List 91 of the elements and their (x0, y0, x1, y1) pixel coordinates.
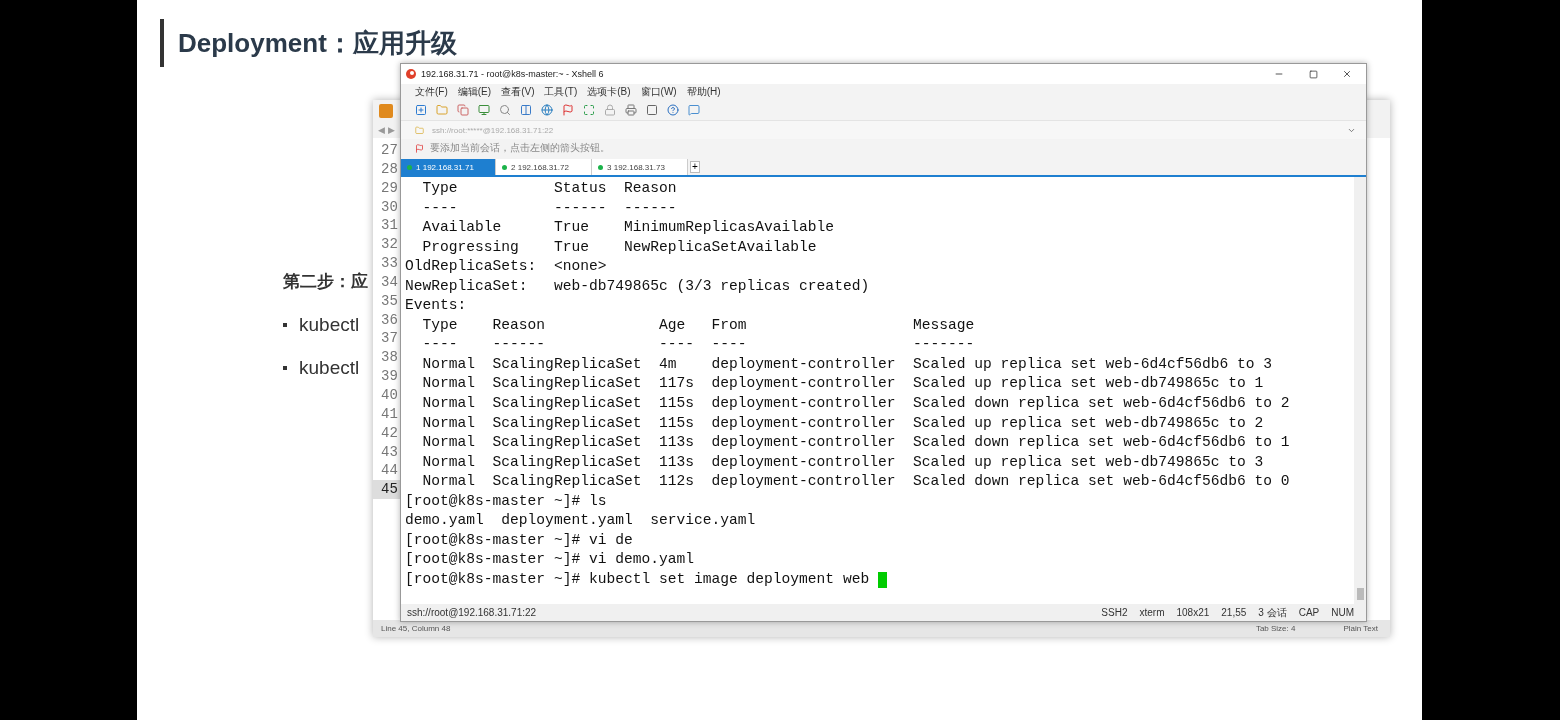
tab-size[interactable]: Tab Size: 4 (1255, 624, 1296, 633)
terminal-line: Normal ScalingReplicaSet 117s deployment-controller Scaled up replica set web-db749865c to 1 (421, 374, 1265, 394)
terminal-line: [root@k8s-master ~]# kubectl set image deployment web (405, 569, 1354, 590)
globe-icon[interactable] (541, 104, 553, 116)
status-item: CAP (1298, 607, 1320, 618)
line-number: 43 (380, 442, 399, 462)
bullet-text: kubectl (299, 357, 360, 379)
line-number: 41 (380, 404, 399, 424)
terminal-line: Normal ScalingReplicaSet 115s deployment-controller Scaled down replica set web-6d4cf56db6 to 2 (421, 394, 1291, 413)
session-tab[interactable]: 3 192.168.31.73 (592, 159, 688, 175)
terminal-line: [root@k8s-master ~]# ls (405, 491, 608, 511)
fullscreen-icon[interactable] (583, 104, 595, 116)
help-icon[interactable] (667, 104, 679, 116)
line-number: 35 (380, 291, 399, 311)
line-number: 27 (380, 141, 399, 160)
status-item: 108x21 (1176, 607, 1210, 618)
hint-text: 要添加当前会话，点击左侧的箭头按钮。 (430, 141, 610, 155)
line-number: 36 (380, 310, 399, 330)
line-number: 40 (380, 385, 399, 405)
terminal-line: ---- ------ ---- ---- ------- (421, 335, 976, 355)
terminal-line: demo.yaml deployment.yaml service.yaml (405, 511, 757, 531)
line-number: 32 (380, 235, 399, 255)
line-number: 34 (380, 272, 399, 292)
columns-icon[interactable] (520, 104, 532, 116)
folder-icon[interactable] (436, 104, 448, 116)
status-address: ssh://root@192.168.31.71:22 (407, 607, 537, 618)
line-number: 38 (380, 348, 399, 368)
line-number: 45 (373, 480, 400, 500)
session-tab[interactable]: 1 192.168.31.71 (401, 159, 496, 175)
line-number: 44 (380, 461, 399, 481)
window-title: 192.168.31.71 - root@k8s-master:~ - Xshell 6 (421, 69, 604, 79)
chat-icon[interactable] (688, 104, 700, 116)
scrollbar-thumb[interactable] (1356, 588, 1364, 600)
line-number: 29 (380, 178, 399, 198)
monitor-icon[interactable] (478, 104, 490, 116)
terminal-line: [root@k8s-master ~]# vi de (405, 530, 634, 550)
session-tab[interactable]: 2 192.168.31.72 (496, 159, 592, 175)
line-number: 42 (380, 423, 399, 443)
status-item: 21,55 (1221, 607, 1247, 618)
flag-icon[interactable] (562, 104, 574, 116)
status-item: xterm (1139, 607, 1165, 618)
slide-title: Deployment：应用升级 (178, 26, 457, 60)
line-number: 39 (380, 367, 399, 386)
line-number: 30 (380, 197, 399, 217)
terminal-line: Events: (405, 296, 468, 316)
menu-item[interactable]: 查看(V) (501, 85, 535, 99)
terminal-line: Type Reason Age From Message (421, 315, 976, 335)
frame-icon[interactable] (646, 104, 658, 116)
menu-item[interactable]: 帮助(H) (686, 85, 721, 99)
terminal-line: Normal ScalingReplicaSet 115s deployment-controller Scaled up replica set web-db749865c to 2 (421, 413, 1265, 433)
terminal-line: [root@k8s-master ~]# vi demo.yaml (405, 550, 695, 570)
line-number: 33 (380, 254, 399, 273)
terminal-line: Available True MinimumReplicasAvailable (421, 218, 836, 238)
status-item: SSH2 (1101, 607, 1128, 618)
flag-icon (415, 143, 424, 153)
plus-square-icon[interactable] (415, 104, 427, 116)
status-item: NUM (1331, 607, 1354, 618)
menu-item[interactable]: 编辑(E) (457, 85, 492, 99)
terminal-line: ---- ------ ------ (421, 198, 678, 218)
copy-icon[interactable] (457, 104, 469, 116)
cursor-position: Line 45, Column 48 (381, 624, 451, 633)
step-heading: 第二步：应 (283, 271, 368, 293)
lock-icon[interactable] (604, 104, 616, 116)
terminal-line: Type Status Reason (421, 179, 678, 198)
bullet-text: kubectl (299, 314, 360, 336)
menu-item[interactable]: 文件(F) (415, 85, 448, 99)
close-icon[interactable] (1342, 69, 1352, 79)
terminal-line: Normal ScalingReplicaSet 112s deployment-controller Scaled down replica set web-6d4cf56db6 to 0 (421, 472, 1291, 492)
status-item: 3 会话 (1258, 605, 1287, 620)
menu-item[interactable]: 选项卡(B) (587, 85, 631, 99)
line-number: 28 (380, 159, 399, 179)
menu-item[interactable]: 工具(T) (544, 85, 578, 99)
new-tab-button[interactable]: + (690, 161, 700, 173)
terminal-line: Progressing True NewReplicaSetAvailable (421, 237, 818, 257)
app-logo-icon (405, 68, 417, 80)
terminal-line: Normal ScalingReplicaSet 113s deployment-controller Scaled up replica set web-db749865c to 3 (421, 452, 1265, 472)
syntax-mode[interactable]: Plain Text (1343, 624, 1378, 633)
maximize-icon[interactable] (1308, 69, 1318, 79)
terminal-line: Normal ScalingReplicaSet 113s deployment-controller Scaled down replica set web-6d4cf56db6 to 1 (421, 433, 1291, 453)
menu-item[interactable]: 窗口(W) (640, 85, 677, 99)
printer-icon[interactable] (625, 104, 637, 116)
search-icon[interactable] (499, 104, 511, 116)
line-number: 37 (380, 329, 399, 349)
terminal-line: Normal ScalingReplicaSet 4m deployment-controller Scaled up replica set web-6d4cf56db6 to 3 (421, 354, 1273, 374)
app-icon (379, 104, 393, 118)
terminal-line: NewReplicaSet: web-db749865c (3/3 replicas created) (405, 276, 871, 296)
bullet-icon (283, 366, 287, 370)
terminal-line: OldReplicaSets: <none> (405, 257, 608, 277)
folder-icon (415, 125, 424, 135)
bullet-icon (283, 323, 287, 327)
line-number: 31 (380, 216, 399, 236)
